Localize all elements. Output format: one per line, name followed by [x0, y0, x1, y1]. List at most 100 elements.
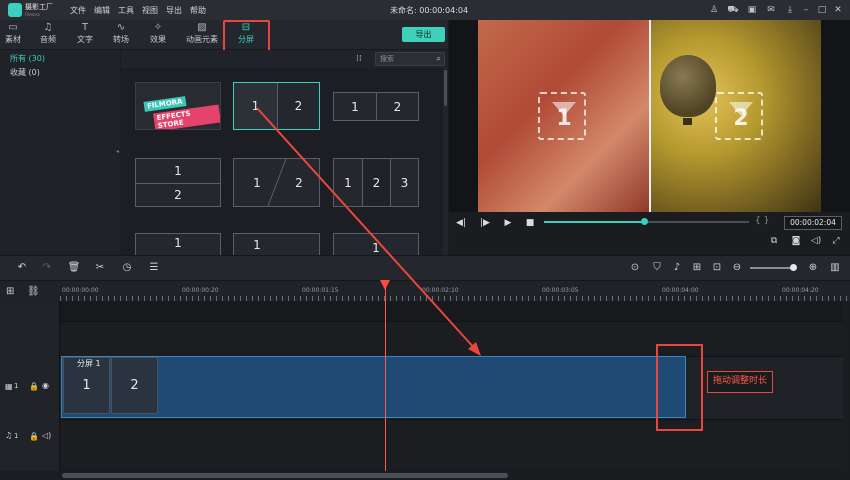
add-track-icon[interactable]: ⊞	[6, 286, 14, 297]
audio-track-icon: ♫	[5, 431, 13, 440]
delete-icon[interactable]: 🗑	[67, 262, 81, 273]
snap-icon[interactable]: ⊡	[710, 262, 724, 273]
cut-icon[interactable]: ✂	[93, 262, 107, 273]
close-icon[interactable]: ✕	[832, 4, 844, 16]
sidebar-item-all[interactable]: 所有 (30)	[10, 53, 45, 64]
search-icon[interactable]: ⌕	[437, 54, 441, 64]
tile-cell: 1	[253, 238, 261, 252]
export-button[interactable]: 导出	[402, 27, 445, 42]
split-tile-2v-wide[interactable]: 1 2	[333, 92, 419, 121]
empty-track[interactable]	[0, 321, 850, 356]
microphone-icon[interactable]: ♪	[670, 262, 684, 273]
split-screen-grid	[121, 50, 448, 255]
link-icon[interactable]: ⛓	[27, 286, 40, 297]
split-tile-diagonal[interactable]: 1 2	[233, 158, 320, 207]
volume-icon[interactable]: ◁)	[810, 236, 822, 246]
current-time: 00:00:02:04	[784, 216, 842, 230]
tile-cell: 2	[294, 99, 303, 113]
render-icon[interactable]: ⊙	[628, 262, 642, 273]
speed-icon[interactable]: ◷	[120, 262, 134, 273]
video-track-icon: ▦	[5, 382, 13, 391]
balloon-basket	[683, 118, 692, 125]
audio-track[interactable]	[0, 420, 850, 470]
eye-icon[interactable]: ◉	[42, 381, 49, 390]
undo-icon[interactable]: ↶	[15, 262, 29, 273]
search-box[interactable]: ⌕	[375, 52, 445, 66]
cart-icon[interactable]: ⛟	[727, 4, 739, 16]
track-layout-icon[interactable]: ▥	[828, 262, 842, 273]
split-tile-partial-3[interactable]: 1	[333, 233, 419, 255]
menu-tools[interactable]: 工具	[118, 5, 134, 16]
menu-view[interactable]: 视图	[142, 5, 158, 16]
menu-export[interactable]: 导出	[166, 5, 182, 16]
preview-right-pane[interactable]: 2	[651, 20, 821, 212]
effects-store-tile[interactable]: FILMORA EFFECTS STORE	[135, 82, 221, 130]
menu-help[interactable]: 帮助	[190, 5, 206, 16]
tab-audio[interactable]: ♫ 音频	[28, 22, 68, 48]
tile-cell: 2	[363, 159, 390, 206]
fullscreen-icon[interactable]: ⤢	[830, 236, 842, 246]
split-tile-2h[interactable]: 1 2	[135, 158, 221, 207]
redo-icon[interactable]: ↷	[40, 262, 54, 273]
snapshot-icon[interactable]: ◙	[790, 236, 802, 246]
collapse-handle[interactable]: ◂	[116, 148, 119, 155]
step-play-icon[interactable]: |▶	[479, 218, 491, 228]
clip-label: 分屏 1	[77, 359, 101, 368]
video-track-number: 1	[14, 382, 19, 390]
split-divider[interactable]	[649, 20, 651, 212]
split-tile-partial-2[interactable]: 1	[233, 233, 320, 255]
voiceover-icon[interactable]: ⊞	[690, 262, 704, 273]
playhead-handle[interactable]	[380, 280, 390, 290]
play-icon[interactable]: ▶	[502, 218, 514, 228]
ruler-label: 00:00:00:00	[62, 287, 99, 294]
display-settings-icon[interactable]: ⧉	[768, 236, 780, 246]
menu-file[interactable]: 文件	[70, 5, 86, 16]
timeline-hscroll-thumb[interactable]	[62, 473, 508, 478]
app-name: 摄影工厂	[25, 3, 53, 11]
tile-cell: 1	[344, 175, 352, 190]
menu-edit[interactable]: 编辑	[94, 5, 110, 16]
tab-transitions[interactable]: ∿ 转场	[101, 22, 141, 48]
split-tile-partial-1[interactable]: 1	[135, 233, 221, 255]
ruler-label: 00:00:00:20	[182, 287, 219, 294]
tile-cell: 1	[174, 236, 182, 250]
window-title: 未命名: 00:00:04:04	[390, 6, 469, 15]
download-icon[interactable]: ⤓	[784, 4, 796, 16]
tab-text[interactable]: T 文字	[65, 22, 105, 48]
preview-left-pane[interactable]: 1	[478, 20, 649, 212]
tile-cell: 1	[351, 99, 359, 114]
adjust-icon[interactable]: ☰	[147, 262, 161, 273]
zoom-in-icon[interactable]: ⊕	[806, 262, 820, 273]
tab-elements[interactable]: ▨ 动画元素	[182, 22, 222, 48]
transition-icon: ∿	[116, 22, 126, 33]
lock-icon[interactable]: 🔒	[29, 432, 39, 441]
mail-icon[interactable]: ✉	[765, 4, 777, 16]
search-input[interactable]	[380, 54, 432, 64]
split-tile-2v[interactable]: 1 2	[233, 82, 320, 130]
tile-cell: 3	[400, 175, 409, 190]
zoom-out-icon[interactable]: ⊖	[730, 262, 744, 273]
tab-effects[interactable]: ✧ 效果	[138, 22, 178, 48]
maximize-icon[interactable]: □	[816, 4, 828, 16]
gift-icon[interactable]: ▣	[746, 4, 758, 16]
playback-progress-fill	[544, 221, 645, 223]
clip-end-highlight	[656, 344, 703, 431]
stop-icon[interactable]: ■	[524, 218, 536, 228]
sidebar-item-favorites[interactable]: 收藏 (0)	[10, 67, 40, 78]
tile-cell: 1	[253, 175, 261, 190]
speaker-icon[interactable]: ◁)	[42, 431, 51, 440]
grid-scrollbar-thumb[interactable]	[444, 70, 447, 106]
minimize-icon[interactable]: –	[800, 4, 812, 16]
prev-frame-icon[interactable]: ◀|	[455, 218, 467, 228]
mark-in-out[interactable]: { }	[755, 216, 769, 226]
grid-view-icon[interactable]: ⁞⁞	[356, 54, 366, 64]
timeline-vscrollbar[interactable]	[843, 301, 850, 471]
tile-cell: 1	[234, 83, 277, 129]
account-icon[interactable]: ♙	[708, 4, 720, 16]
playhead-line[interactable]	[385, 286, 386, 472]
lock-icon[interactable]: 🔒	[29, 382, 39, 391]
zoom-slider-knob[interactable]	[790, 264, 797, 271]
marker-icon[interactable]: ⛉	[650, 262, 664, 273]
app-logo	[8, 3, 22, 17]
split-tile-3v[interactable]: 1 2 3	[333, 158, 419, 207]
